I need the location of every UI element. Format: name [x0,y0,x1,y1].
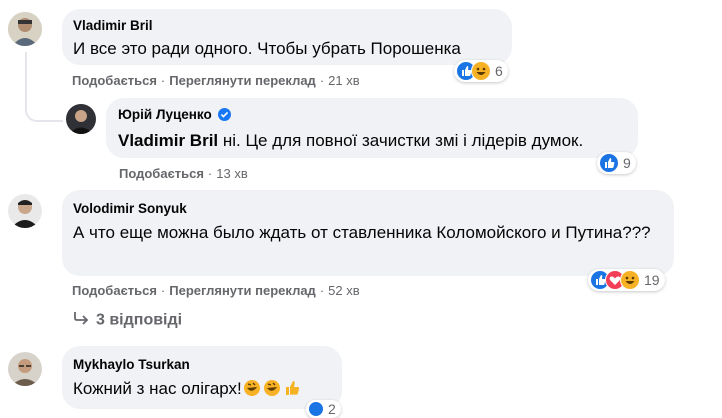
translate-link[interactable]: Переглянути переклад [169,283,316,298]
author-name[interactable]: Юрій Луценко [118,107,212,122]
comment-author: Юрій Луценко [118,107,231,122]
comment-author[interactable]: Mykhaylo Tsurkan [73,357,190,372]
thumbs-up-emoji-icon [283,379,301,403]
haha-icon [471,61,491,81]
reaction-summary[interactable]: 2 [306,400,341,418]
avatar-vladimir-bril[interactable] [8,12,42,46]
like-link[interactable]: Подобається [72,73,157,88]
haha-icon [620,270,640,290]
rofl-emoji-icon [263,379,281,403]
reply-text: ні. Це для повної зачистки змі і лідерів… [218,131,584,150]
separator: · [319,73,325,88]
verified-badge-icon [217,108,231,121]
separator: · [160,73,166,88]
like-icon [599,153,619,173]
rofl-emoji-icon [243,379,261,403]
avatar-yuriy-lutsenko[interactable] [66,104,96,134]
view-replies-link[interactable]: 3 відповіді [72,310,182,331]
avatar-mykhaylo-tsurkan[interactable] [8,352,42,386]
comment-actions: Подобається · Переглянути переклад · 52 хв [72,283,360,298]
mention-link[interactable]: Vladimir Bril [118,131,218,150]
avatar-volodimir-sonyuk[interactable] [8,194,42,228]
reaction-summary[interactable]: 9 [597,152,636,174]
comment-text: Кожний з нас олігарх! [73,377,301,403]
comment-text: И все это ради одного. Чтобы убрать Поро… [73,39,461,58]
separator: · [319,283,325,298]
comment-body: Кожний з нас олігарх! [73,379,242,398]
reaction-summary[interactable]: 19 [588,269,665,291]
comment-text: Vladimir Bril ні. Це для повної зачистки… [118,129,583,152]
timestamp[interactable]: 21 хв [328,73,359,88]
comment-author[interactable]: Vladimir Bril [73,18,153,33]
separator: · [207,166,213,181]
like-link[interactable]: Подобається [119,166,204,181]
separator: · [160,283,166,298]
like-icon [308,401,324,417]
reaction-count: 2 [328,401,336,417]
reaction-count: 6 [495,63,503,79]
reaction-summary[interactable]: 6 [454,60,508,82]
comment-actions: Подобається · Переглянути переклад · 21 хв [72,73,360,88]
comment-text: А что еще можна было ждать от ставленник… [73,223,651,242]
reaction-count: 19 [644,272,660,288]
thread-connector [25,52,63,122]
reaction-count: 9 [623,155,631,171]
comment-author[interactable]: Volodimir Sonyuk [73,201,187,216]
translate-link[interactable]: Переглянути переклад [169,73,316,88]
like-link[interactable]: Подобається [72,283,157,298]
comment-actions: Подобається · 13 хв [119,166,248,181]
timestamp[interactable]: 52 хв [328,283,359,298]
replies-count-label: 3 відповіді [96,311,183,329]
reply-arrow-icon [72,310,90,331]
timestamp[interactable]: 13 хв [216,166,247,181]
